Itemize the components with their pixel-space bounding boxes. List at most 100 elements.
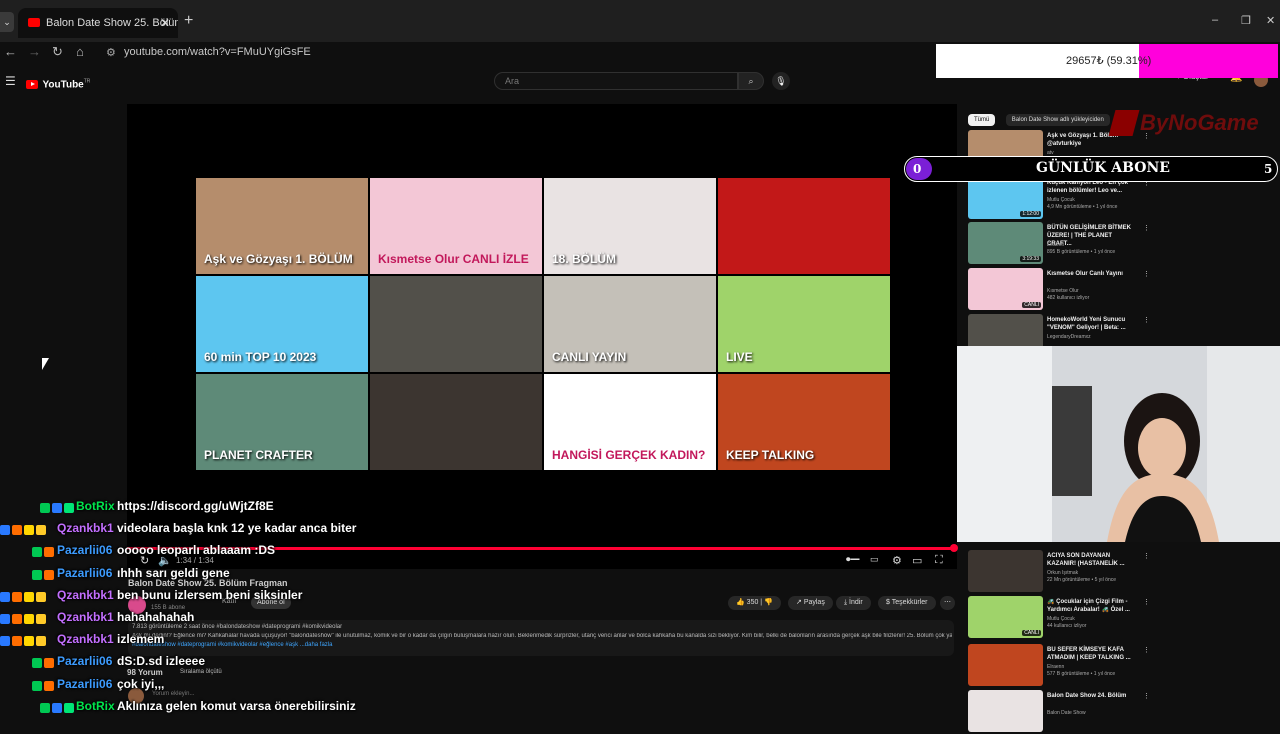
logo-region: TR: [83, 78, 91, 85]
end-screen-video-kismetse-olur[interactable]: Kısmetse Olur CANLI İZLE: [370, 178, 542, 274]
end-screen-video-tractors-live[interactable]: LIVE: [718, 276, 890, 372]
related-video-thumbnail[interactable]: 1:12:00: [968, 177, 1043, 219]
related-video-item[interactable]: 1:12:00 Küçük Kamyon Leo - En çok izlenen…: [968, 177, 1258, 221]
chat-username[interactable]: Pazarlii06: [57, 654, 112, 668]
site-info-icon[interactable]: ⚙: [106, 46, 116, 59]
like-button[interactable]: 👍 350 | 👎: [728, 596, 781, 610]
more-options-icon[interactable]: ⋮: [1143, 646, 1150, 654]
related-video-item[interactable]: Balon Date Show 24. Bölüm Balon Date Show…: [968, 690, 1258, 734]
related-video-item[interactable]: ACIYA SON DAYANAN KAZANIR! (HASTANELİK .…: [968, 550, 1258, 594]
related-video-title[interactable]: BU SEFER KİMSEYE KAFA ATMADIM | KEEP TAL…: [1047, 646, 1137, 662]
related-video-channel[interactable]: LegendaryDreamxz: [1047, 334, 1091, 340]
related-video-channel[interactable]: Elraenn: [1047, 242, 1064, 248]
back-icon[interactable]: ←: [4, 44, 17, 59]
end-screen-video-leo-trucks[interactable]: 60 min TOP 10 2023: [196, 276, 368, 372]
chip-all[interactable]: Tümü: [968, 114, 996, 126]
more-options-icon[interactable]: ⋮: [1143, 270, 1150, 278]
add-comment-input[interactable]: Yorum ekleyin...: [152, 691, 194, 697]
chat-badge-icon: [0, 525, 10, 536]
dislike-icon[interactable]: | 👎: [758, 599, 773, 606]
window-close-button[interactable]: ✕: [1266, 14, 1275, 27]
fullscreen-icon[interactable]: ⛶: [935, 554, 943, 567]
chat-username[interactable]: BotRix: [76, 499, 115, 513]
url-field[interactable]: youtube.com/watch?v=FMuUYgiGsFE: [124, 46, 311, 58]
progress-scrubber[interactable]: [950, 544, 958, 552]
share-button[interactable]: ↗ Paylaş: [788, 596, 833, 610]
related-video-channel[interactable]: Balon Date Show: [1047, 710, 1086, 716]
chat-username[interactable]: Pazarlii06: [57, 543, 112, 557]
youtube-logo[interactable]: YouTubeTR: [26, 76, 90, 94]
related-video-channel[interactable]: Elraenn: [1047, 664, 1064, 670]
related-video-channel[interactable]: Kısmetse Olur: [1047, 288, 1079, 294]
search-icon[interactable]: ⌕: [738, 72, 764, 90]
chat-badge-icon: [32, 680, 42, 691]
end-screen-video-three-guys[interactable]: [718, 178, 890, 274]
related-video-title[interactable]: Balon Date Show 24. Bölüm: [1047, 692, 1137, 700]
chat-username[interactable]: BotRix: [76, 699, 115, 713]
related-video-thumbnail[interactable]: [968, 644, 1043, 686]
chat-username[interactable]: Qzankbk1: [57, 588, 114, 602]
related-video-thumbnail[interactable]: CANLI: [968, 596, 1043, 638]
related-video-channel[interactable]: Mutlu Çocuk: [1047, 197, 1075, 203]
related-video-title[interactable]: ACIYA SON DAYANAN KAZANIR! (HASTANELİK .…: [1047, 552, 1137, 568]
subtitles-icon[interactable]: ▭: [870, 554, 879, 565]
end-screen-video-four-people[interactable]: [370, 374, 542, 470]
microphone-icon[interactable]: 🎙: [772, 72, 790, 90]
more-options-icon[interactable]: ⋮: [1143, 224, 1150, 232]
related-video-thumbnail[interactable]: [968, 690, 1043, 732]
end-screen-video-canli-yayin[interactable]: CANLI YAYIN: [544, 276, 716, 372]
end-screen-caption: PLANET CRAFTER: [204, 448, 313, 462]
restore-button[interactable]: ❐: [1241, 14, 1251, 27]
more-options-icon[interactable]: ⋮: [1143, 552, 1150, 560]
more-options-icon[interactable]: ⋮: [1143, 598, 1150, 606]
more-actions-icon[interactable]: ⋯: [940, 596, 955, 610]
miniplayer-icon[interactable]: ▭: [912, 554, 922, 567]
related-video-item[interactable]: CANLI 🚜 Çocuklar için Çizgi Film - Yardım…: [968, 596, 1258, 640]
end-screen-video-ask-ve-gozyasi[interactable]: Aşk ve Gözyaşı 1. BÖLÜM: [196, 178, 368, 274]
forward-icon[interactable]: →: [28, 44, 41, 59]
chat-username[interactable]: Pazarlii06: [57, 566, 112, 580]
more-options-icon[interactable]: ⋮: [1143, 692, 1150, 700]
related-video-channel[interactable]: Mutlu Çocuk: [1047, 616, 1075, 622]
related-video-thumbnail[interactable]: 3:19:33: [968, 222, 1043, 264]
mouse-cursor-icon: [42, 358, 49, 370]
sort-comments-button[interactable]: Sıralama ölçütü: [180, 669, 222, 675]
related-video-item[interactable]: CANLI Kısmetse Olur Canlı Yayını Kısmetse …: [968, 268, 1258, 312]
more-options-icon[interactable]: ⋮: [1143, 316, 1150, 324]
related-video-item[interactable]: BU SEFER KİMSEYE KAFA ATMADIM | KEEP TAL…: [968, 644, 1258, 688]
end-screen-video-hangisi-gercek[interactable]: HANGİSİ GERÇEK KADIN?: [544, 374, 716, 470]
related-video-channel[interactable]: Orkun Işıtmak: [1047, 570, 1078, 576]
thanks-button[interactable]: $ Teşekkürler: [878, 596, 936, 610]
search-input[interactable]: Ara: [494, 72, 738, 90]
download-button[interactable]: ⤓ İndir: [836, 596, 871, 610]
chat-username[interactable]: Qzankbk1: [57, 632, 114, 646]
reload-icon[interactable]: ↻: [52, 44, 63, 60]
related-video-thumbnail[interactable]: CANLI: [968, 268, 1043, 310]
chat-username[interactable]: Qzankbk1: [57, 610, 114, 624]
autoplay-toggle[interactable]: ⏺━: [846, 554, 860, 565]
chat-badge-icon: [36, 591, 46, 602]
end-screen-video-planet-crafter[interactable]: PLANET CRAFTER: [196, 374, 368, 470]
chat-username[interactable]: Pazarlii06: [57, 677, 112, 691]
related-video-title[interactable]: 🚜 Çocuklar için Çizgi Film - Yardımcı Ar…: [1047, 598, 1137, 614]
home-icon[interactable]: ⌂: [76, 44, 84, 59]
new-tab-button[interactable]: +: [184, 12, 193, 30]
chip-uploader[interactable]: Balon Date Show adlı yükleyiciden: [1005, 114, 1110, 126]
related-video-title[interactable]: Kısmetse Olur Canlı Yayını: [1047, 270, 1137, 278]
end-screen-video-keep-talking[interactable]: KEEP TALKING: [718, 374, 890, 470]
related-video-thumbnail[interactable]: [968, 550, 1043, 592]
chat-text: https://discord.gg/uWjtZf8E: [117, 499, 274, 513]
hamburger-menu-icon[interactable]: ☰: [5, 74, 16, 88]
chat-username[interactable]: Qzankbk1: [57, 521, 114, 535]
related-video-title[interactable]: HomekoWorld Yeni Sunucu "VENOM" Geliyor!…: [1047, 316, 1137, 332]
tab-close-icon[interactable]: ✕: [160, 8, 170, 38]
tab-search-icon[interactable]: ⌄: [0, 12, 14, 32]
settings-gear-icon[interactable]: ⚙: [892, 554, 902, 567]
related-video-item[interactable]: 3:19:33 BÜTÜN GELİŞİMLER BİTMEK ÜZERE! | …: [968, 222, 1258, 266]
end-screen-video-18-bolum[interactable]: 18. BÖLÜM: [544, 178, 716, 274]
end-screen-video-game-fight[interactable]: [370, 276, 542, 372]
minimize-button[interactable]: –: [1212, 14, 1218, 26]
filter-chips: Tümü Balon Date Show adlı yükleyiciden: [968, 108, 1116, 126]
browser-tab[interactable]: Balon Date Show 25. Bölüm Frag ✕: [18, 8, 178, 38]
chat-badges: [32, 658, 54, 669]
